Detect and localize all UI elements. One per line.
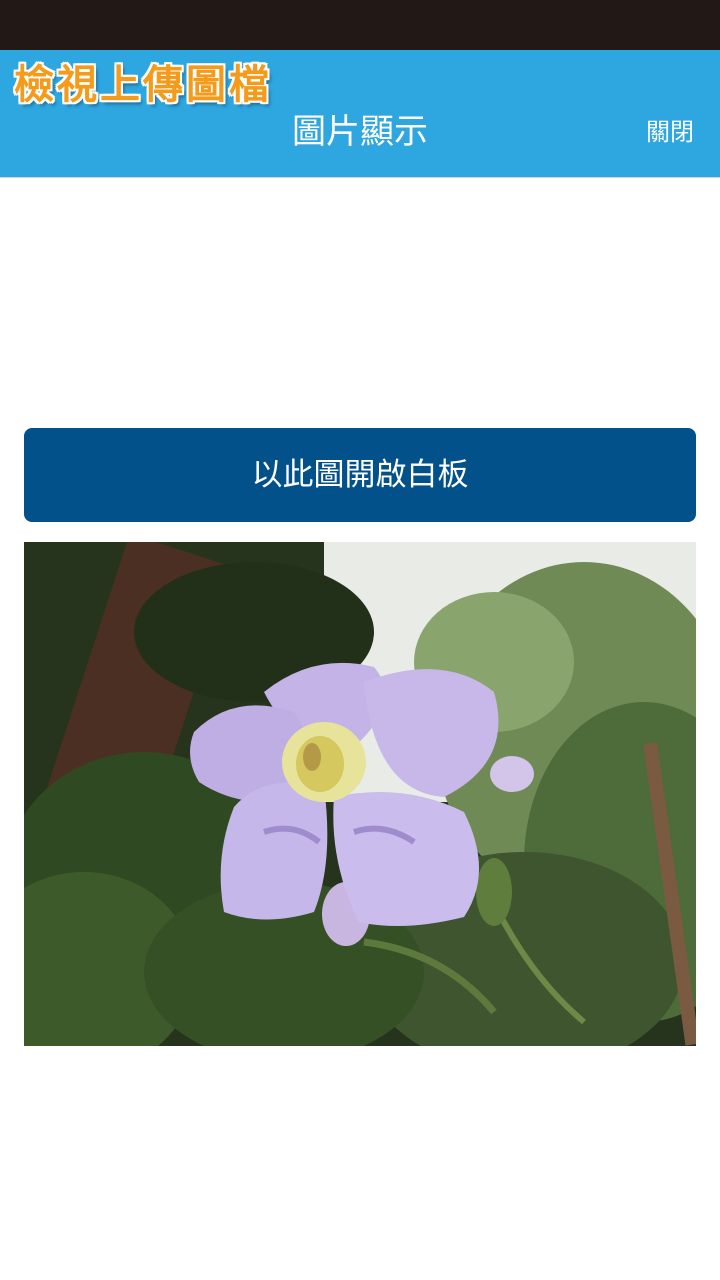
flower-photo xyxy=(24,542,696,1046)
header-bar: 檢視上傳圖檔 圖片顯示 關閉 xyxy=(0,50,720,178)
close-button[interactable]: 關閉 xyxy=(646,114,694,150)
page-title: 圖片顯示 xyxy=(292,112,428,152)
content-area: 以此圖開啟白板 xyxy=(0,178,720,1280)
uploaded-image[interactable] xyxy=(24,542,696,1046)
open-whiteboard-button[interactable]: 以此圖開啟白板 xyxy=(24,428,696,522)
status-bar xyxy=(0,0,720,50)
brand-logo-text: 檢視上傳圖檔 xyxy=(14,62,272,108)
